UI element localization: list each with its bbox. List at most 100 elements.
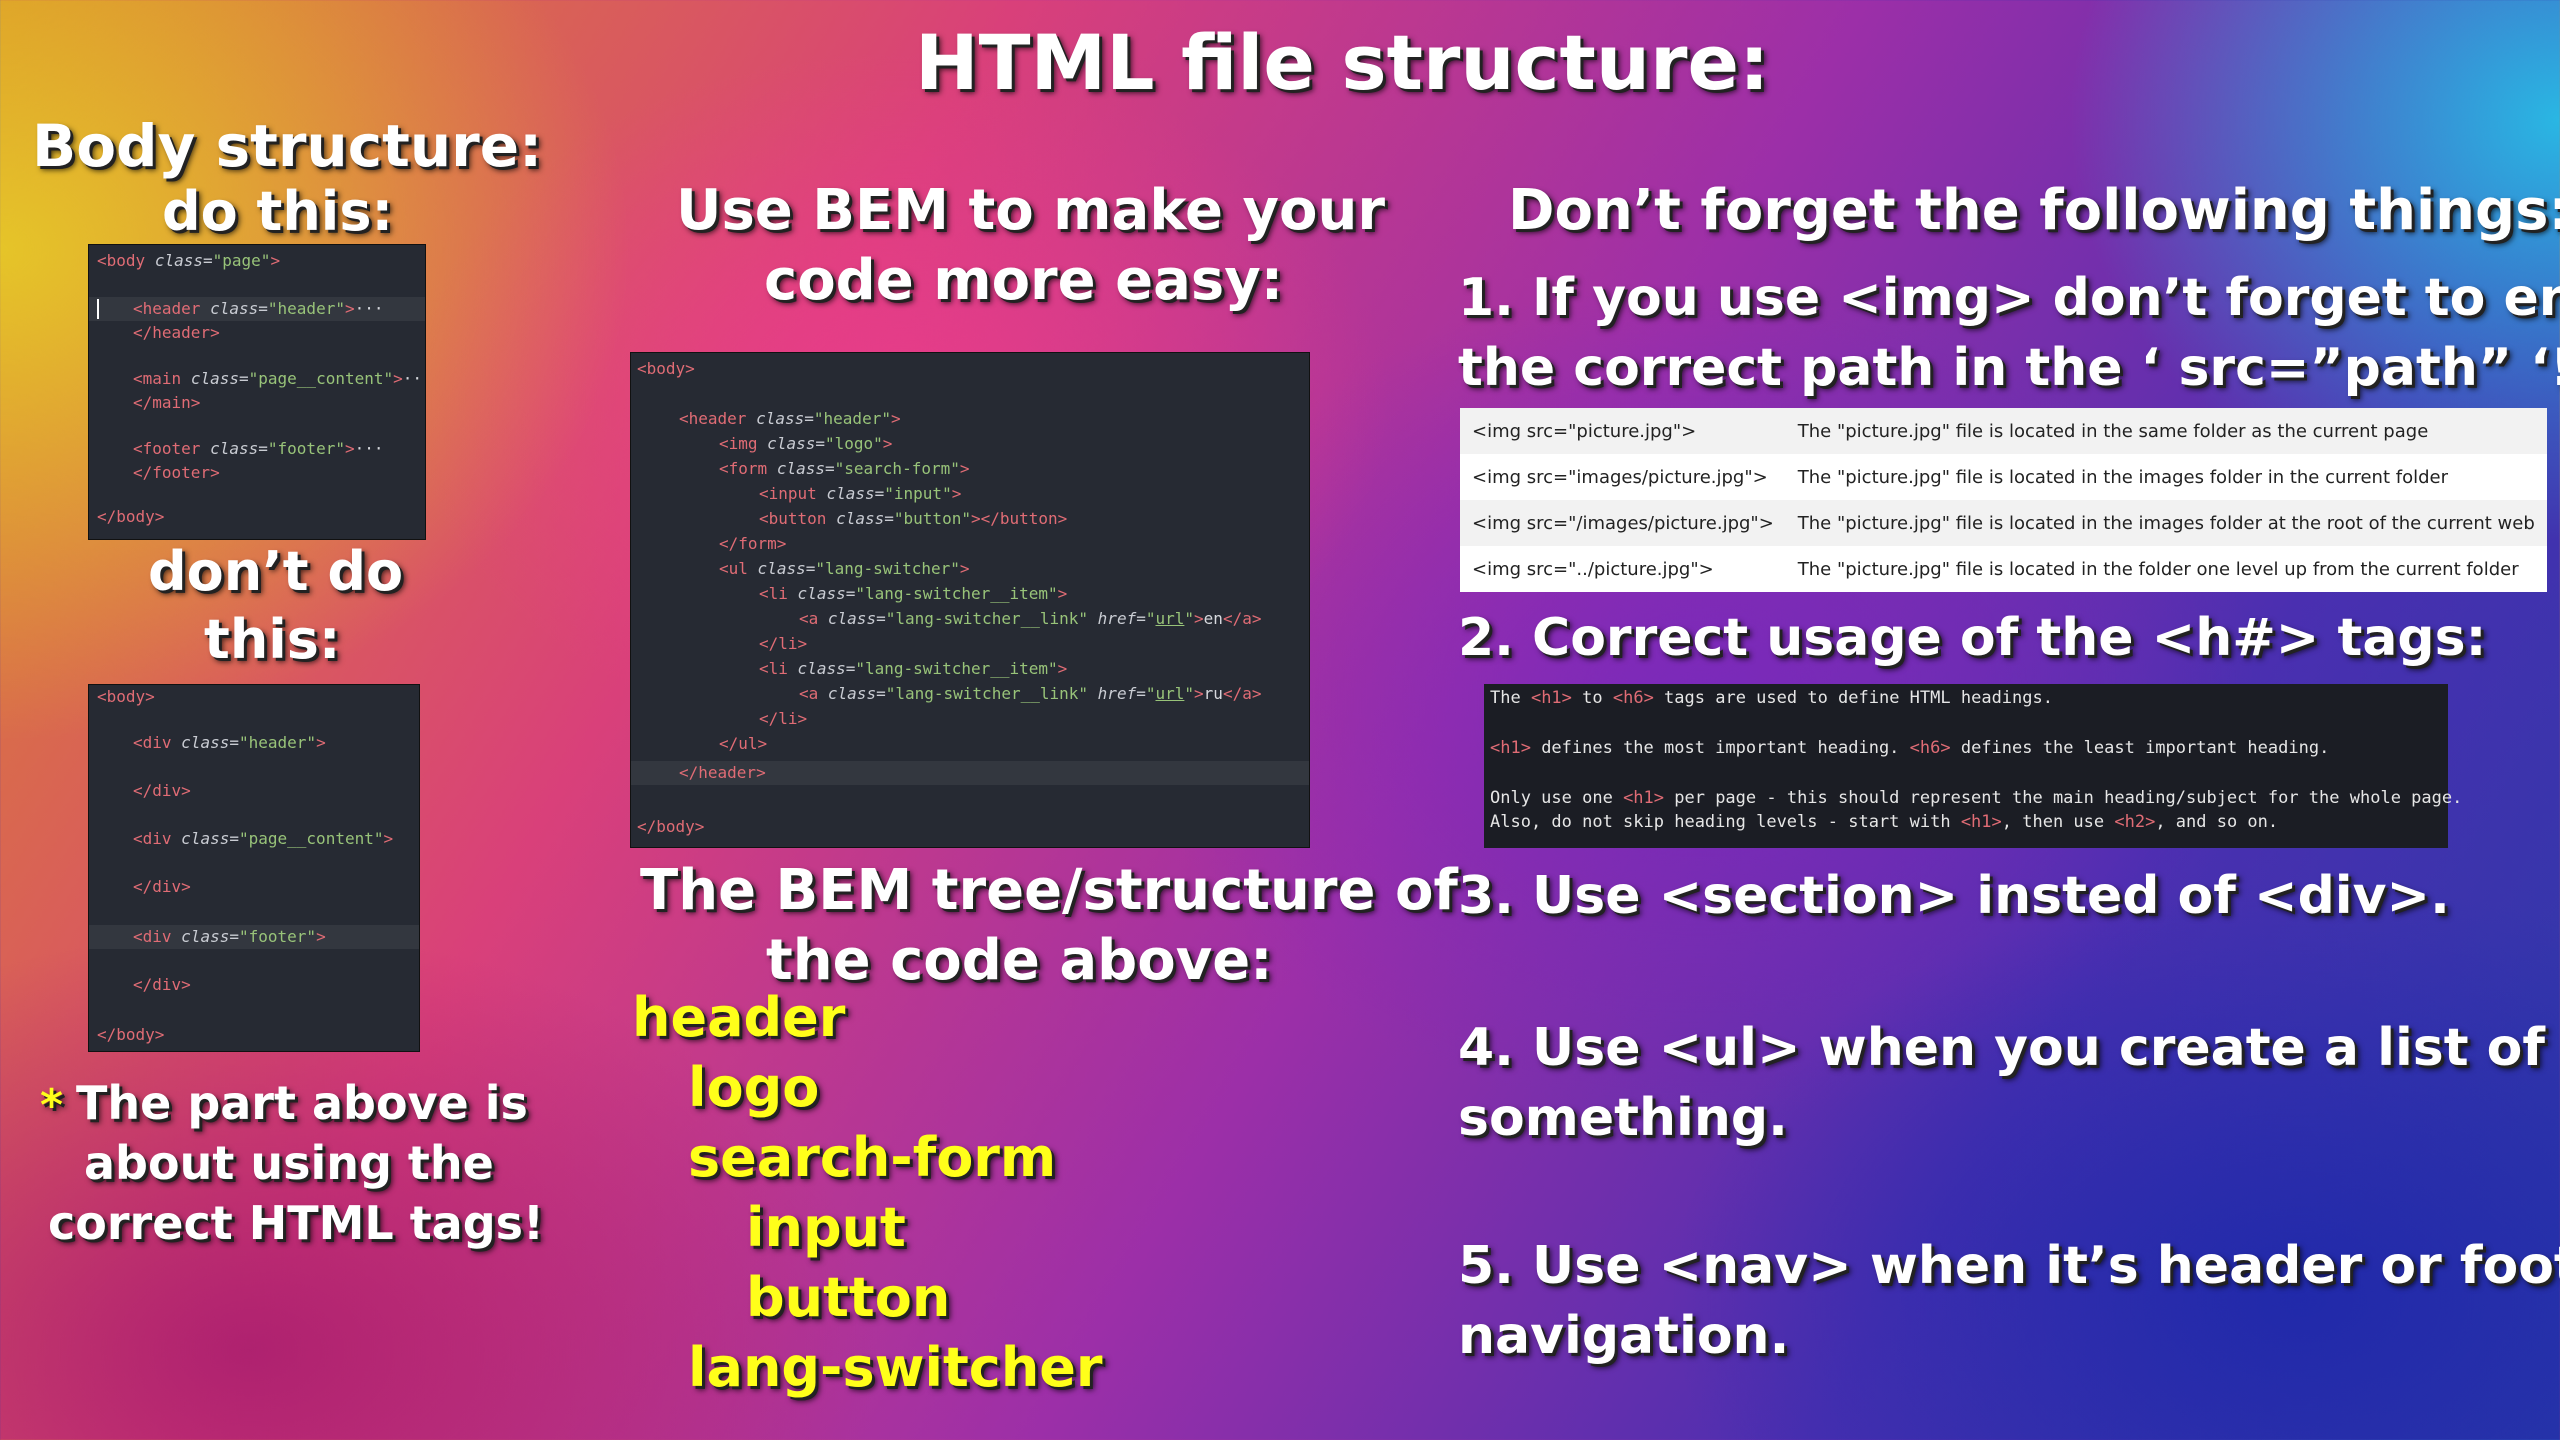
- note-line-3: correct HTML tags!: [48, 1196, 545, 1250]
- code-token: page: [222, 251, 261, 270]
- code-token: </body>: [97, 1025, 165, 1044]
- code-token: page__content: [258, 369, 384, 388]
- item-3: 3. Use <section> insted of <div>.: [1458, 866, 2450, 926]
- tag-text: <h2>: [2114, 812, 2156, 832]
- text: to: [1571, 688, 1613, 708]
- code-token: <body: [97, 251, 146, 270]
- code-token: lang-switcher__item: [865, 584, 1049, 603]
- path-desc: The "picture.jpg" file is located in the…: [1797, 558, 2519, 580]
- tag-text: <h6>: [1909, 738, 1951, 758]
- item-1-line-2: the correct path in the ‘ src=”path” ‘!: [1458, 338, 2560, 398]
- code-token: lang-switcher__link: [895, 684, 1079, 703]
- code-token: search-form: [844, 459, 951, 478]
- table-row: <img src="/images/picture.jpg"> The "pic…: [1460, 500, 2547, 546]
- note-line-1: The part above is: [76, 1076, 528, 1130]
- text: per page - this should represent the mai…: [1664, 788, 2463, 808]
- code-token: logo: [834, 434, 874, 453]
- tree-input: input: [746, 1196, 906, 1259]
- table-row: <img src="../picture.jpg"> The "picture.…: [1460, 546, 2547, 592]
- do-this-heading: do this:: [162, 180, 394, 243]
- bem-code-block: <body> <header class="header"> <img clas…: [630, 352, 1310, 848]
- tag-text: <h6>: [1612, 688, 1654, 708]
- code-token: </main>: [133, 393, 201, 412]
- code-token: </div>: [133, 781, 191, 800]
- code-token: </ul>: [719, 734, 768, 753]
- text: The: [1490, 688, 1531, 708]
- code-token: button: [903, 509, 962, 528]
- text: , then use: [2001, 812, 2115, 832]
- tree-search-form: search-form: [688, 1126, 1057, 1189]
- code-token: </header>: [679, 763, 766, 782]
- good-code-block: <body class="page"> <header class="heade…: [88, 244, 426, 540]
- code-token: </li>: [759, 634, 808, 653]
- headings-info-box: The <h1> to <h6> tags are used to define…: [1484, 684, 2462, 848]
- code-token: <body>: [97, 687, 155, 706]
- tag-text: <h1>: [1490, 738, 1531, 758]
- code-token: page__content: [248, 829, 374, 848]
- code-token: lang-switcher__link: [895, 609, 1079, 628]
- bem-heading-1: Use BEM to make your: [676, 178, 1385, 243]
- code-token: </header>: [133, 323, 220, 342]
- path-desc: The "picture.jpg" file is located in the…: [1797, 466, 2448, 488]
- img-path-table: <img src="picture.jpg"> The "picture.jpg…: [1460, 408, 2547, 592]
- code-token: ru: [1203, 684, 1223, 703]
- code-token: <body>: [637, 359, 695, 378]
- item-4-line-1: 4. Use <ul> when you create a list of: [1458, 1018, 2546, 1078]
- code-token: url: [1155, 684, 1185, 703]
- bad-code-block: <body> <div class="header"> </div> <div …: [88, 684, 420, 1052]
- code-token: header: [277, 299, 336, 318]
- item-5-line-2: navigation.: [1458, 1306, 1790, 1366]
- code-token: </div>: [133, 975, 191, 994]
- code-token: lang-switcher__item: [865, 659, 1049, 678]
- text: , and so on.: [2155, 812, 2279, 832]
- code-token: input: [893, 484, 943, 503]
- note-line-2: about using the: [84, 1136, 494, 1190]
- code-token: en: [1203, 609, 1223, 628]
- code-token: </form>: [719, 534, 787, 553]
- tag-text: <h1>: [1623, 788, 1665, 808]
- text: tags are used to define HTML headings.: [1653, 688, 2053, 708]
- text: Only use one: [1490, 788, 1624, 808]
- item-1-line-1: 1. If you use <img> don’t forget to ente…: [1458, 268, 2560, 328]
- tree-header: header: [632, 986, 846, 1049]
- code-token: </li>: [759, 709, 808, 728]
- path-desc: The "picture.jpg" file is located in the…: [1797, 512, 2535, 534]
- bem-tree-heading-1: The BEM tree/structure of: [640, 858, 1458, 923]
- code-token: </footer>: [133, 463, 220, 482]
- bem-heading-2: code more easy:: [764, 248, 1284, 313]
- path-desc: The "picture.jpg" file is located in the…: [1797, 420, 2429, 442]
- dont-do-heading-2: this:: [204, 608, 341, 671]
- tag-text: <h1>: [1530, 688, 1572, 708]
- code-token: </div>: [133, 877, 191, 896]
- dont-do-heading: don’t do: [148, 540, 404, 603]
- path-code: <img src="../picture.jpg">: [1472, 558, 1714, 580]
- path-code: <img src="picture.jpg">: [1472, 420, 1697, 442]
- item-4-line-2: something.: [1458, 1088, 1788, 1148]
- tree-button: button: [746, 1266, 951, 1329]
- text: Also, do not skip heading levels - start…: [1490, 812, 1961, 832]
- code-token: </body>: [97, 507, 165, 526]
- item-5-line-1: 5. Use <nav> when it’s header or footer: [1458, 1236, 2560, 1296]
- table-row: <img src="images/picture.jpg"> The "pict…: [1460, 454, 2547, 500]
- table-row: <img src="picture.jpg"> The "picture.jpg…: [1460, 408, 2547, 454]
- note-star: *: [40, 1080, 64, 1131]
- code-token: lang-switcher: [825, 559, 951, 578]
- bem-tree-heading-2: the code above:: [766, 928, 1273, 993]
- tree-logo: logo: [688, 1056, 820, 1119]
- path-code: <img src="/images/picture.jpg">: [1472, 512, 1774, 534]
- item-2: 2. Correct usage of the <h#> tags:: [1458, 608, 2487, 668]
- code-token: footer: [277, 439, 336, 458]
- text: defines the least important heading.: [1950, 738, 2330, 758]
- path-code: <img src="images/picture.jpg">: [1472, 466, 1768, 488]
- reminders-heading: Don’t forget the following things:: [1508, 178, 2560, 243]
- tag-text: <h1>: [1960, 812, 2002, 832]
- body-structure-heading: Body structure:: [32, 112, 543, 180]
- code-token: footer: [248, 927, 307, 946]
- code-token: url: [1155, 609, 1185, 628]
- code-token: header: [248, 733, 307, 752]
- code-token: header: [823, 409, 882, 428]
- page-title: HTML file structure:: [915, 18, 1770, 107]
- code-token: </body>: [637, 817, 705, 836]
- text: defines the most important heading.: [1530, 738, 1910, 758]
- tree-lang-switcher: lang-switcher: [688, 1336, 1103, 1399]
